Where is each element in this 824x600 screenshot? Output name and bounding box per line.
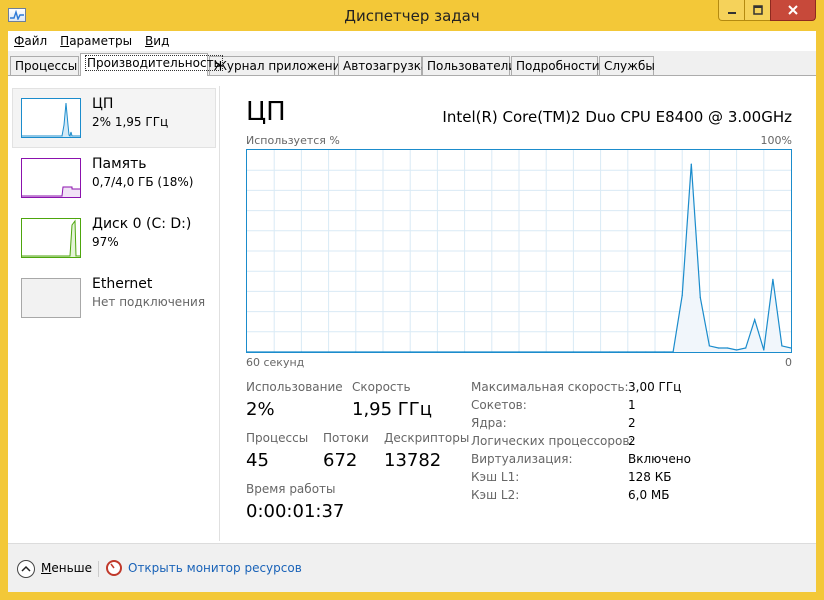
minimize-icon — [727, 12, 736, 14]
tab-label: Службы — [604, 59, 655, 73]
tab-strip: Процессы Производительность Журнал прило… — [8, 53, 816, 76]
l2-cache-label: Кэш L2: — [471, 488, 520, 502]
panel-divider[interactable] — [219, 86, 220, 541]
cpu-usage-point — [708, 345, 710, 347]
sockets-value: 1 — [628, 398, 636, 412]
logical-processors-label: Логических процессоров: — [471, 434, 634, 448]
footer-bar: Меньше Открыть монитор ресурсов — [8, 543, 816, 592]
cores-label: Ядра: — [471, 416, 507, 430]
resource-monitor-icon — [106, 560, 122, 576]
open-resource-monitor-link[interactable]: Открыть монитор ресурсов — [128, 561, 302, 575]
tab-label: Процессы — [15, 59, 78, 73]
cpu-usage-chart — [246, 150, 792, 353]
tab-label: Пользователи — [427, 59, 517, 73]
cpu-usage-point — [736, 349, 738, 351]
sidebar-item-title: Диск 0 (C: D:) — [92, 216, 192, 232]
title-bar[interactable]: Диспетчер задач — [0, 0, 824, 32]
footer-divider — [98, 561, 99, 577]
window-title: Диспетчер задач — [344, 7, 480, 25]
cpu-usage-point — [681, 294, 683, 296]
uptime-label: Время работы — [246, 482, 336, 496]
uptime-value: 0:00:01:37 — [246, 501, 345, 522]
speed-label: Скорость — [352, 380, 411, 394]
page-title: ЦП — [246, 97, 286, 127]
performance-panel: ЦП 2% 1,95 ГГц Память 0,7/4,0 ГБ (18%) Д… — [8, 75, 816, 543]
cpu-usage-point — [781, 345, 783, 347]
usage-value: 2% — [246, 399, 275, 420]
max-speed-label: Максимальная скорость: — [471, 380, 629, 394]
logical-processors-value: 2 — [628, 434, 636, 448]
tab-performance[interactable]: Производительность — [80, 53, 223, 76]
chevron-up-icon[interactable] — [17, 560, 35, 578]
fewer-details-button[interactable]: Меньше — [41, 561, 92, 575]
cpu-usage-graph — [246, 149, 792, 353]
menu-file[interactable]: Файл — [14, 34, 47, 48]
cpu-usage-point — [699, 296, 701, 299]
tab-label: Подробности — [516, 59, 600, 73]
memory-thumbnail-graph — [21, 158, 81, 198]
max-speed-value: 3,00 ГГц — [628, 380, 682, 394]
menu-bar: Файл Параметры Вид — [8, 31, 816, 51]
sidebar-item-subtitle: 2% 1,95 ГГц — [92, 115, 169, 129]
l1-cache-value: 128 КБ — [628, 470, 672, 484]
menu-view[interactable]: Вид — [145, 34, 169, 48]
cpu-usage-point — [726, 347, 729, 349]
cpu-usage-point — [763, 349, 765, 351]
graph-y-max-label: 100% — [760, 134, 792, 147]
sidebar-item-subtitle: Нет подключения — [92, 295, 206, 309]
tab-label: Производительность — [85, 55, 223, 71]
handles-value: 13782 — [384, 450, 442, 471]
virtualization-label: Виртуализация: — [471, 452, 573, 466]
tab-startup[interactable]: Автозагрузка — [338, 56, 428, 76]
cpu-thumbnail-graph — [21, 98, 81, 138]
cpu-model-name: Intel(R) Core(TM)2 Duo CPU E8400 @ 3.00G… — [442, 108, 792, 126]
tab-services[interactable]: Службы — [599, 56, 655, 76]
handles-label: Дескрипторы — [384, 431, 470, 445]
sidebar-item-disk[interactable]: Диск 0 (C: D:) 97% — [12, 208, 216, 268]
sidebar-item-subtitle: 97% — [92, 235, 119, 249]
cores-value: 2 — [628, 416, 636, 430]
usage-label: Использование — [246, 380, 343, 394]
virtualization-value: Включено — [628, 452, 691, 466]
cpu-usage-point — [754, 319, 756, 321]
sidebar-item-ethernet[interactable]: Ethernet Нет подключения — [12, 268, 216, 328]
close-icon — [788, 5, 798, 15]
threads-value: 672 — [323, 450, 358, 471]
tab-label: Автозагрузка — [343, 59, 429, 73]
graph-y-label: Используется % — [246, 134, 340, 147]
sidebar-item-title: ЦП — [92, 96, 114, 112]
disk-thumbnail-graph — [21, 218, 81, 258]
maximize-icon — [752, 5, 763, 15]
threads-label: Потоки — [323, 431, 369, 445]
graph-x-min-label: 0 — [785, 356, 792, 369]
cpu-usage-point — [690, 163, 692, 165]
speed-value: 1,95 ГГц — [352, 399, 433, 420]
sidebar-item-title: Память — [92, 156, 147, 172]
task-manager-window: Диспетчер задач Файл Параметры Вид Проце… — [0, 0, 824, 600]
cpu-usage-point — [772, 278, 774, 280]
cpu-usage-point — [745, 347, 747, 349]
sockets-label: Сокетов: — [471, 398, 527, 412]
client-area: Файл Параметры Вид Процессы Производител… — [8, 31, 816, 592]
tab-processes[interactable]: Процессы — [10, 56, 79, 76]
menu-options[interactable]: Параметры — [60, 34, 132, 48]
cpu-usage-point — [717, 347, 720, 349]
tab-app-history[interactable]: Журнал приложений — [209, 56, 348, 76]
sidebar-item-cpu[interactable]: ЦП 2% 1,95 ГГц — [12, 88, 216, 148]
sidebar-item-memory[interactable]: Память 0,7/4,0 ГБ (18%) — [12, 148, 216, 208]
sidebar-item-title: Ethernet — [92, 276, 153, 292]
tab-details[interactable]: Подробности — [511, 56, 600, 76]
tab-label: Журнал приложений — [214, 59, 349, 73]
close-button[interactable] — [770, 0, 816, 21]
processes-value: 45 — [246, 450, 269, 471]
sidebar-item-subtitle: 0,7/4,0 ГБ (18%) — [92, 175, 194, 189]
graph-x-label: 60 секунд — [246, 356, 305, 369]
maximize-button[interactable] — [744, 0, 771, 21]
tab-users[interactable]: Пользователи — [422, 56, 516, 76]
minimize-button[interactable] — [718, 0, 745, 21]
l2-cache-value: 6,0 МБ — [628, 488, 670, 502]
ethernet-thumbnail-graph — [21, 278, 81, 318]
processes-label: Процессы — [246, 431, 309, 445]
l1-cache-label: Кэш L1: — [471, 470, 520, 484]
